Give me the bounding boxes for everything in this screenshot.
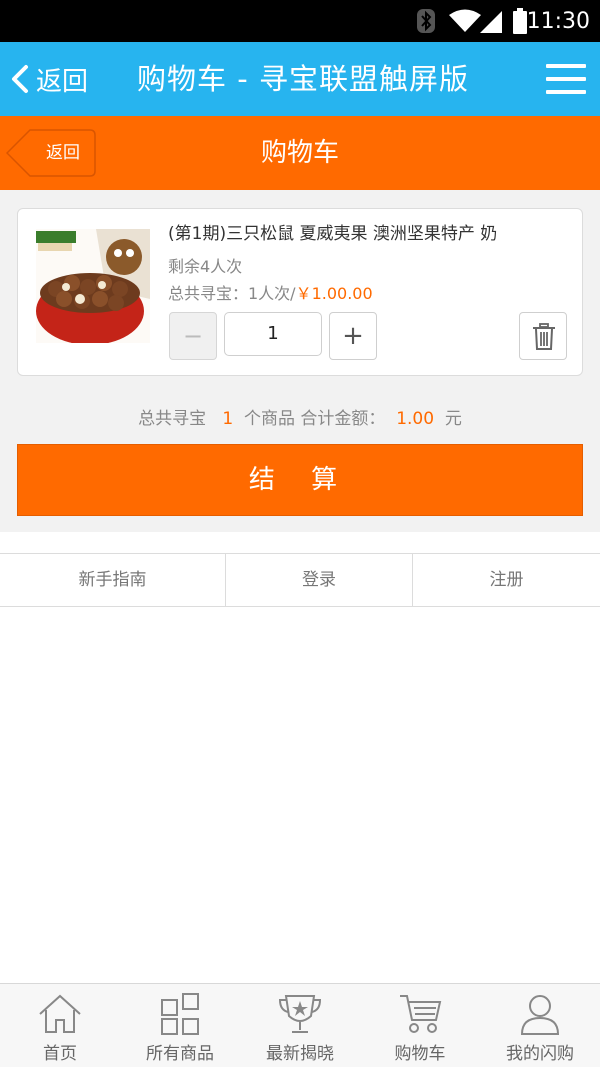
- nav-label-my-account: 我的闪购: [506, 1044, 574, 1064]
- cart-content: (第1期)三只松鼠 夏威夷果 澳洲坚果特产 奶 剩余4人次 总共寻宝：1人次/￥…: [0, 190, 600, 532]
- signal-icon: [478, 0, 504, 42]
- nav-item-my-account[interactable]: 我的闪购: [480, 984, 600, 1067]
- user-icon: [520, 995, 560, 1035]
- battery-icon: [512, 0, 528, 42]
- cart-icon: [400, 995, 442, 1033]
- nav-label-home: 首页: [43, 1044, 77, 1064]
- nav-item-latest[interactable]: 最新揭晓: [240, 984, 360, 1067]
- summary-prefix: 总共寻宝: [138, 409, 207, 429]
- quantity-input[interactable]: 1: [224, 312, 322, 356]
- product-total-prefix: 总共寻宝：1人次/: [168, 284, 296, 303]
- wifi-icon: [448, 0, 482, 42]
- bluetooth-icon: [416, 0, 436, 42]
- summary-amount: 1.00: [396, 409, 435, 429]
- app-header: 返回 购物车 - 寻宝联盟触屏版: [0, 42, 600, 116]
- status-time: 11:30: [526, 8, 590, 34]
- product-total: 总共寻宝：1人次/￥1.00.00: [168, 280, 373, 304]
- page-back-label: 返回: [46, 143, 80, 163]
- delete-item-button[interactable]: [519, 312, 567, 360]
- checkout-button[interactable]: 结 算: [17, 444, 583, 516]
- footer-link-guide[interactable]: 新手指南: [0, 554, 226, 606]
- nav-item-all-products[interactable]: 所有商品: [120, 984, 240, 1067]
- home-icon: [39, 994, 81, 1033]
- product-title[interactable]: (第1期)三只松鼠 夏威夷果 澳洲坚果特产 奶: [168, 219, 568, 245]
- quantity-decrease-button[interactable]: −: [169, 312, 217, 360]
- product-remaining: 剩余4人次: [168, 257, 243, 276]
- product-image[interactable]: [36, 229, 150, 343]
- page-header: 购物车 返回: [0, 116, 600, 190]
- nav-item-cart[interactable]: 购物车: [360, 984, 480, 1067]
- nav-label-all-products: 所有商品: [146, 1044, 214, 1064]
- cart-item: (第1期)三只松鼠 夏威夷果 澳洲坚果特产 奶 剩余4人次 总共寻宝：1人次/￥…: [17, 208, 583, 376]
- grid-icon: [161, 993, 199, 1035]
- footer-links: 新手指南 登录 注册: [0, 553, 600, 607]
- screen: 11:30 返回 购物车 - 寻宝联盟触屏版 购物车 返回 (第1期)三只松鼠 …: [0, 0, 600, 1067]
- summary-suffix: 元: [444, 409, 462, 429]
- nav-label-latest: 最新揭晓: [266, 1044, 334, 1064]
- footer-link-login[interactable]: 登录: [226, 554, 413, 606]
- hamburger-menu-icon[interactable]: [546, 64, 586, 94]
- trophy-icon: [278, 995, 322, 1033]
- nav-label-cart: 购物车: [394, 1044, 446, 1064]
- bottom-nav: 首页 所有商品 最新揭晓 购物车 我的闪购: [0, 983, 600, 1067]
- product-price: ￥1.00.00: [295, 284, 373, 303]
- page-back-button[interactable]: 返回: [6, 129, 96, 177]
- summary-middle: 个商品 合计金额：: [243, 409, 386, 429]
- footer-link-register[interactable]: 注册: [413, 554, 600, 606]
- summary-count: 1: [222, 409, 234, 429]
- status-bar: 11:30: [0, 0, 600, 42]
- cart-summary: 总共寻宝 1 个商品 合计金额： 1.00 元: [0, 404, 600, 429]
- trash-icon: [533, 323, 555, 350]
- quantity-increase-button[interactable]: +: [329, 312, 377, 360]
- nav-item-home[interactable]: 首页: [0, 984, 120, 1067]
- app-title: 购物车 - 寻宝联盟触屏版: [137, 62, 469, 96]
